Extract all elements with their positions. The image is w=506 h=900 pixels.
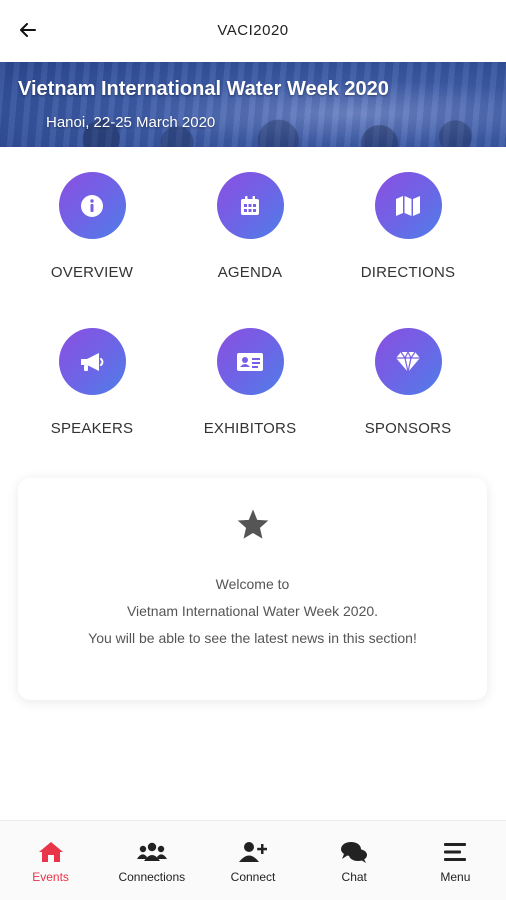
diamond-icon [396,350,420,372]
nav-chat[interactable]: Chat [304,821,405,900]
nav-label: Menu [440,870,471,884]
event-date-location: Hanoi, 22-25 March 2020 [46,114,216,131]
nav-events[interactable]: Events [0,821,101,900]
megaphone-icon [81,352,104,371]
event-title: Vietnam International Water Week 2020 [18,78,389,100]
speakers-circle [58,328,126,395]
tile-label: OVERVIEW [50,264,134,281]
exhibitors-circle [216,328,284,395]
agenda-circle [216,172,284,239]
tile-label: SPEAKERS [50,420,134,437]
user-plus-icon [239,842,267,862]
nav-connect[interactable]: Connect [202,821,303,900]
tile-label: AGENDA [217,264,283,281]
nav-label: Chat [341,870,367,884]
directions-circle [374,172,442,239]
home-icon [38,842,63,862]
tile-label: SPONSORS [364,420,452,437]
nav-label: Connections [118,870,186,884]
tile-agenda[interactable]: AGENDA [175,172,325,281]
tile-exhibitors[interactable]: EXHIBITORS [175,328,325,437]
tile-sponsors[interactable]: SPONSORS [333,328,483,437]
chat-icon [341,842,368,863]
tile-speakers[interactable]: SPEAKERS [17,328,167,437]
welcome-line-1: Welcome to [215,576,290,592]
nav-connections[interactable]: Connections [101,821,202,900]
tile-label: EXHIBITORS [203,420,297,437]
news-card: Welcome to Vietnam International Water W… [18,478,487,700]
bottom-nav: Events Connections Connect Chat Menu [0,820,506,900]
info-icon [81,194,103,217]
menu-icon [444,843,467,861]
tile-directions[interactable]: DIRECTIONS [333,172,483,281]
nav-label: Connect [230,870,276,884]
tile-overview[interactable]: OVERVIEW [17,172,167,281]
star-icon [237,509,269,539]
page-title: VACI2020 [217,22,289,39]
calendar-icon [241,195,259,215]
users-icon [136,842,167,861]
event-banner: Vietnam International Water Week 2020 Ha… [0,62,506,147]
id-card-icon [237,352,263,371]
welcome-line-2: Vietnam International Water Week 2020. [126,603,379,619]
map-icon [396,195,420,216]
sponsors-circle [374,328,442,395]
top-app-bar: VACI2020 [0,0,506,62]
overview-circle [58,172,126,239]
welcome-line-3: You will be able to see the latest news … [88,630,417,646]
nav-label: Events [32,870,69,884]
nav-menu[interactable]: Menu [405,821,506,900]
tile-label: DIRECTIONS [360,264,456,281]
